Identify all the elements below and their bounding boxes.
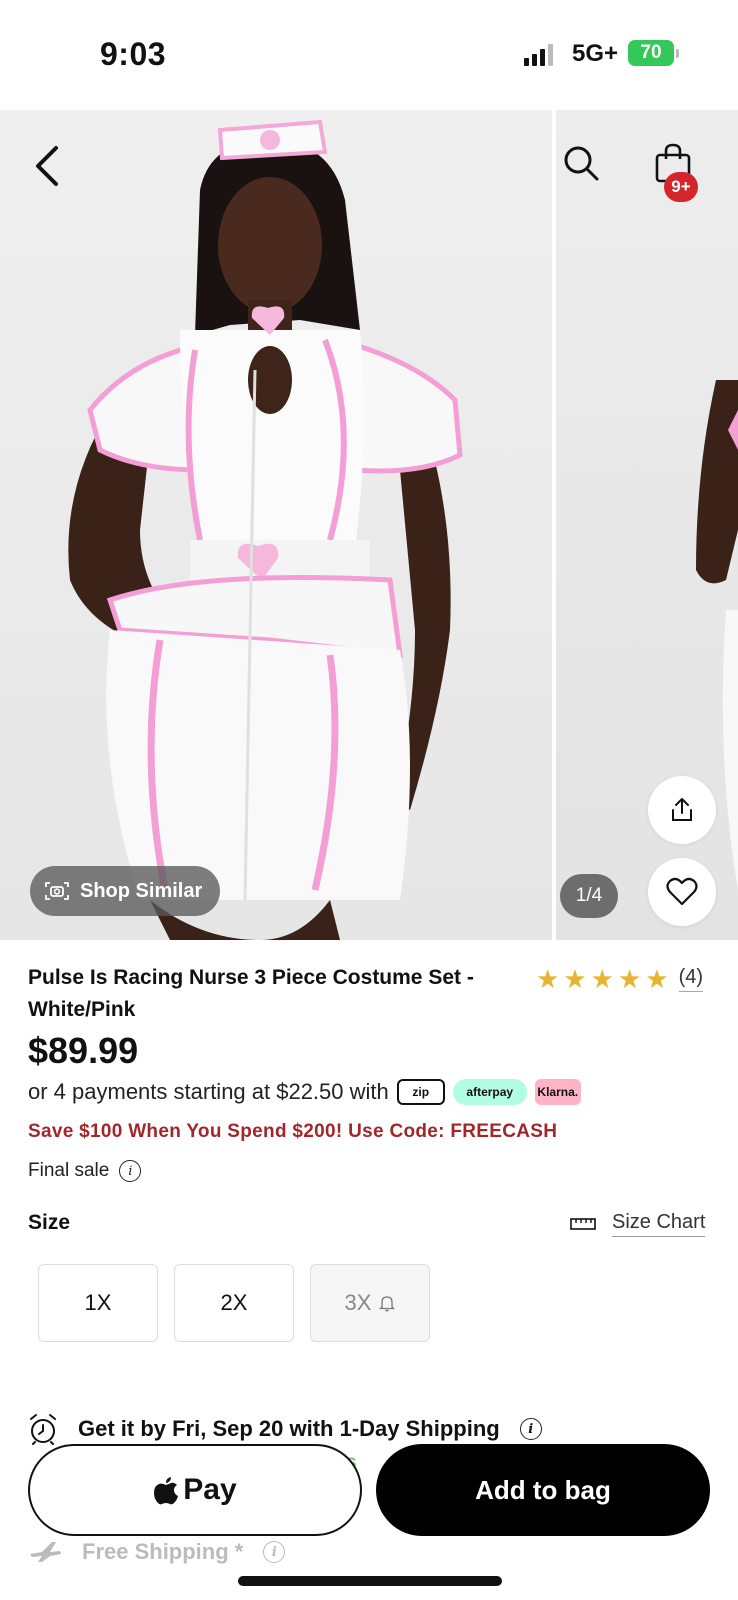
- klarna-logo[interactable]: Klarna.: [534, 1079, 581, 1105]
- size-chart-link[interactable]: Size Chart: [570, 1211, 706, 1237]
- bell-icon: [379, 1296, 396, 1312]
- installments-text: or 4 payments starting at $22.50 with: [28, 1079, 389, 1104]
- bag-count-badge: 9+: [664, 172, 698, 202]
- heart-icon: [666, 877, 698, 906]
- size-option-1x[interactable]: 1X: [38, 1264, 158, 1342]
- final-sale-label: Final sale: [28, 1160, 110, 1181]
- home-indicator[interactable]: [238, 1576, 502, 1586]
- size-chart-label: Size Chart: [612, 1211, 706, 1237]
- size-option-3x[interactable]: 3X: [310, 1264, 430, 1342]
- final-sale-row: Final sale i: [28, 1160, 142, 1182]
- size-options: 1X 2X 3X: [38, 1264, 430, 1342]
- free-shipping-row: Free Shipping * i: [28, 1539, 286, 1565]
- apple-logo-icon: [154, 1477, 179, 1505]
- delivery-text: Get it by Fri, Sep 20 with 1-Day Shippin…: [78, 1416, 500, 1441]
- favorite-button[interactable]: [648, 858, 716, 926]
- apple-pay-label: Pay: [183, 1473, 237, 1506]
- delivery-estimate: Get it by Fri, Sep 20 with 1-Day Shippin…: [28, 1413, 542, 1445]
- status-bar: 9:03 5G+ 70: [0, 0, 738, 110]
- afterpay-logo[interactable]: afterpay: [452, 1079, 527, 1105]
- network-type: 5G+: [572, 40, 619, 67]
- shop-similar-label: Shop Similar: [80, 879, 203, 902]
- size-option-2x[interactable]: 2X: [174, 1264, 294, 1342]
- battery-level: 70: [640, 42, 662, 63]
- share-button[interactable]: [648, 776, 716, 844]
- status-time: 9:03: [100, 36, 167, 72]
- model-figure-image: [68, 119, 463, 940]
- airplane-icon: [30, 1542, 61, 1562]
- product-photo-main[interactable]: Shop Similar: [0, 110, 552, 940]
- search-icon: [564, 146, 599, 181]
- star-icon: ★: [645, 964, 669, 994]
- review-count-link[interactable]: (4): [678, 966, 704, 992]
- product-gallery[interactable]: Shop Similar 9+ 1/4: [0, 110, 738, 940]
- chevron-left-icon: [36, 146, 58, 186]
- info-icon[interactable]: i: [119, 1160, 142, 1182]
- promo-banner: Save $100 When You Spend $200! Use Code:…: [28, 1121, 558, 1142]
- back-button[interactable]: [24, 140, 70, 192]
- size-option-label: 1X: [84, 1290, 112, 1315]
- alarm-clock-icon: [30, 1414, 56, 1445]
- installments-info: or 4 payments starting at $22.50 with zi…: [28, 1079, 581, 1105]
- star-icon: ★: [536, 964, 560, 994]
- free-shipping-label: Free Shipping *: [82, 1539, 244, 1564]
- product-price: $89.99: [28, 1030, 139, 1071]
- signal-icon: [524, 44, 553, 66]
- info-icon[interactable]: i: [519, 1418, 542, 1440]
- size-option-label: 3X: [344, 1290, 372, 1315]
- star-icon: ★: [563, 964, 587, 994]
- product-title: Pulse Is Racing Nurse 3 Piece Costume Se…: [28, 966, 474, 1021]
- ruler-icon: [570, 1218, 596, 1230]
- info-icon[interactable]: i: [263, 1541, 286, 1563]
- product-rating[interactable]: ★ ★ ★ ★ ★ (4): [536, 964, 704, 994]
- apple-pay-button[interactable]: Pay: [28, 1444, 362, 1536]
- add-to-bag-button[interactable]: Add to bag: [376, 1444, 710, 1536]
- size-option-label: 2X: [220, 1290, 248, 1315]
- battery-icon: 70: [628, 40, 679, 66]
- search-button[interactable]: [558, 140, 604, 186]
- star-icon: ★: [590, 964, 614, 994]
- zip-logo[interactable]: zip: [396, 1079, 445, 1105]
- image-pager: 1/4: [560, 874, 618, 918]
- shop-similar-button[interactable]: Shop Similar: [30, 866, 221, 916]
- size-label: Size: [28, 1211, 71, 1234]
- camera-scan-icon: [45, 882, 69, 900]
- star-icon: ★: [617, 964, 642, 994]
- share-icon: [672, 798, 692, 821]
